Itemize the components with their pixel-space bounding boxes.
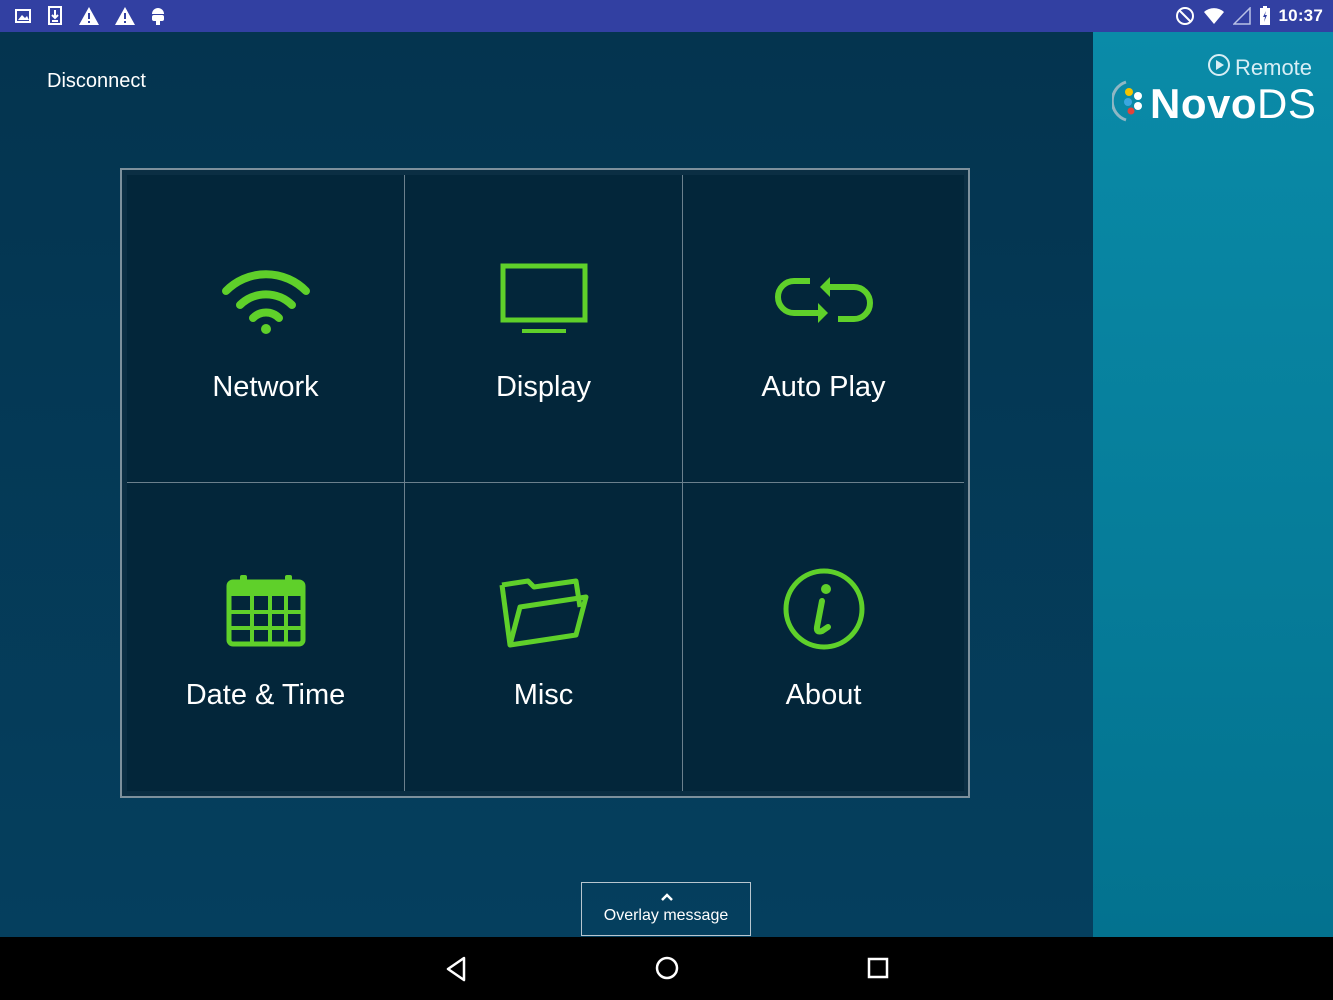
warning-icon: [78, 6, 100, 26]
side-panel: [1093, 32, 1333, 937]
android-icon: [150, 6, 166, 26]
clock: 10:37: [1278, 6, 1323, 25]
download-icon: [46, 6, 64, 26]
cell-signal-icon: [1232, 7, 1251, 25]
overlay-message-label: Overlay message: [603, 907, 729, 924]
settings-grid: Network Display Auto Play Date & Time Mi…: [127, 175, 964, 791]
folder-icon: [498, 573, 590, 654]
novods-logo: NovoDS: [1110, 78, 1317, 129]
chevron-up-icon: [660, 889, 674, 907]
image-icon: [14, 7, 32, 25]
tile-label: Auto Play: [761, 371, 886, 403]
tile-auto-play[interactable]: Auto Play: [683, 175, 964, 483]
tile-date-time[interactable]: Date & Time: [127, 483, 405, 791]
system-icons: 10:37: [1175, 6, 1323, 26]
status-bar: 10:37: [0, 0, 1333, 32]
novods-mark-icon: [1110, 78, 1150, 129]
brand-name: NovoDS: [1150, 79, 1317, 127]
wifi-icon: [220, 267, 312, 340]
recents-icon[interactable]: [866, 955, 890, 986]
disconnect-button[interactable]: Disconnect: [47, 70, 146, 93]
main-panel: Disconnect Network Display Auto Play Dat…: [0, 32, 1093, 937]
tile-label: Network: [212, 371, 319, 403]
calendar-icon: [226, 573, 306, 652]
do-not-disturb-icon: [1175, 6, 1195, 26]
tile-display[interactable]: Display: [405, 175, 683, 483]
tile-label: About: [785, 679, 862, 711]
info-icon: [782, 567, 866, 656]
repeat-icon: [774, 271, 874, 334]
tile-misc[interactable]: Misc: [405, 483, 683, 791]
notification-icons: [14, 6, 166, 26]
tile-label: Misc: [513, 679, 574, 711]
home-icon[interactable]: [654, 955, 680, 986]
warning-icon: [114, 6, 136, 26]
tile-label: Date & Time: [185, 679, 346, 711]
tile-network[interactable]: Network: [127, 175, 405, 483]
overlay-message-button[interactable]: Overlay message: [581, 882, 751, 936]
back-icon[interactable]: [444, 955, 468, 988]
monitor-icon: [500, 263, 588, 342]
settings-grid-frame: Network Display Auto Play Date & Time Mi…: [120, 168, 970, 798]
wifi-icon: [1203, 7, 1225, 25]
navigation-bar: [0, 937, 1333, 1000]
battery-icon: [1259, 6, 1271, 26]
tile-about[interactable]: About: [683, 483, 964, 791]
tile-label: Display: [495, 371, 592, 403]
